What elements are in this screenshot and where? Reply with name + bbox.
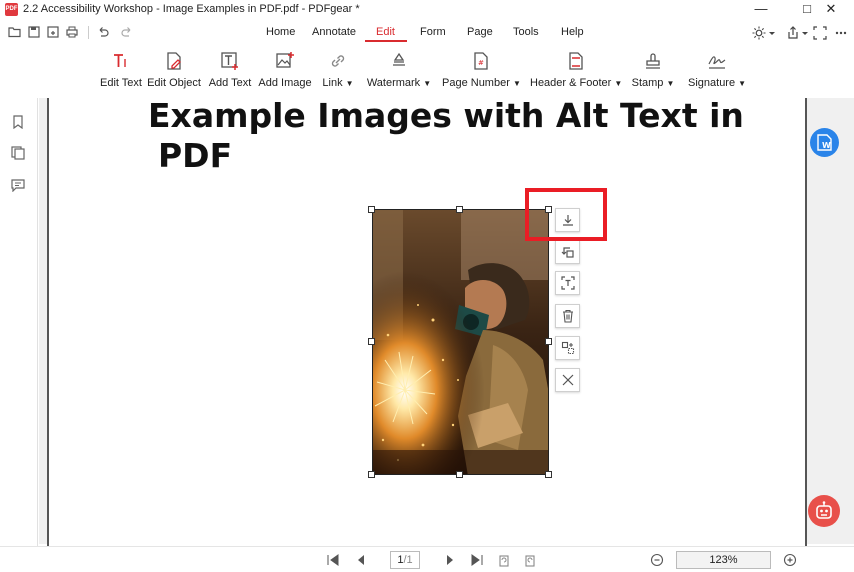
comments-icon[interactable] [11, 178, 25, 192]
svg-text:W: W [822, 141, 831, 150]
menu-page[interactable]: Page [467, 26, 493, 38]
add-image-button[interactable]: Add Image [257, 47, 313, 93]
welder-photo [373, 210, 548, 474]
resize-handle[interactable] [545, 338, 552, 345]
resize-handle[interactable] [456, 471, 463, 478]
save-as-icon[interactable] [46, 25, 60, 39]
zoom-in-icon[interactable] [783, 553, 797, 567]
chevron-down-icon: ▼ [423, 79, 432, 88]
redo-icon[interactable] [120, 25, 134, 39]
close-image-tools-button[interactable] [555, 368, 580, 392]
page-number-button[interactable]: # Page Number ▼ [442, 47, 521, 93]
rotate-left-icon[interactable] [497, 553, 511, 567]
app-logo-icon: PDF [5, 3, 18, 16]
share-icon[interactable] [786, 26, 800, 40]
link-button[interactable]: Link ▼ [318, 47, 358, 93]
resize-handle[interactable] [456, 206, 463, 213]
zoom-level-field[interactable]: 123% [676, 551, 771, 569]
save-icon[interactable] [27, 25, 41, 39]
ocr-text-icon [560, 276, 575, 290]
edit-object-button[interactable]: Edit Object [145, 47, 203, 93]
header-footer-icon [569, 52, 583, 70]
replace-icon [561, 247, 574, 258]
menu-edit[interactable]: Edit [376, 26, 395, 38]
active-tab-indicator [365, 40, 407, 42]
menu-help[interactable]: Help [561, 26, 584, 38]
chevron-down-icon: ▼ [512, 79, 521, 88]
delete-image-button[interactable] [555, 304, 580, 328]
chevron-down-icon[interactable] [801, 26, 809, 40]
crop-icon [561, 341, 574, 355]
delete-icon [562, 309, 573, 323]
close-icon [562, 374, 573, 386]
selected-image[interactable] [372, 209, 549, 475]
replace-image-button[interactable] [555, 240, 580, 264]
bookmark-icon[interactable] [11, 115, 25, 129]
thumbnails-icon[interactable] [11, 146, 25, 160]
crop-image-button[interactable] [555, 336, 580, 360]
menu-form[interactable]: Form [420, 26, 446, 38]
watermark-button[interactable]: Watermark ▼ [366, 47, 432, 93]
signature-button[interactable]: Signature ▼ [688, 47, 746, 93]
edit-object-icon [167, 52, 181, 70]
watermark-icon [393, 52, 405, 66]
zoom-out-icon[interactable] [650, 553, 664, 567]
close-window-button[interactable]: ✕ [808, 0, 854, 20]
page-number-icon: # [474, 52, 488, 70]
ocr-text-button[interactable] [555, 271, 580, 295]
resize-handle[interactable] [545, 471, 552, 478]
menu-annotate[interactable]: Annotate [312, 26, 356, 38]
svg-text:#: # [478, 59, 484, 67]
fullscreen-icon[interactable] [813, 26, 827, 40]
title-bar: PDF 2.2 Accessibility Workshop - Image E… [0, 0, 854, 20]
resize-handle[interactable] [368, 206, 375, 213]
left-sidebar [0, 98, 38, 572]
undo-icon[interactable] [96, 25, 110, 39]
signature-icon [708, 56, 726, 69]
resize-handle[interactable] [368, 338, 375, 345]
edit-text-button[interactable]: Edit Text [97, 47, 145, 93]
stamp-icon [646, 53, 660, 69]
status-bar: 1/1 123% [0, 546, 854, 572]
chevron-down-icon: ▼ [738, 79, 747, 88]
header-footer-button[interactable]: Header & Footer ▼ [530, 47, 622, 93]
rotate-right-icon[interactable] [523, 553, 537, 567]
link-icon [331, 55, 345, 67]
ai-assistant-button[interactable] [808, 495, 840, 527]
last-page-icon[interactable] [470, 553, 484, 567]
page-heading[interactable]: Example Images with Alt Text in PDF [148, 96, 748, 176]
menu-tools[interactable]: Tools [513, 26, 539, 38]
page-number-input[interactable]: 1/1 [390, 551, 420, 569]
theme-sun-icon[interactable] [752, 26, 766, 40]
chevron-down-icon[interactable] [768, 26, 776, 40]
add-image-icon [276, 52, 294, 68]
add-text-button[interactable]: Add Text [206, 47, 254, 93]
pdf-to-word-button[interactable]: W [810, 128, 839, 157]
menu-bar: Home Annotate Edit Form Page Tools Help [0, 22, 854, 44]
edit-toolbar: Edit Text Edit Object Add Text Add Image… [0, 47, 854, 97]
chevron-down-icon: ▼ [614, 79, 623, 88]
stamp-button[interactable]: Stamp ▼ [630, 47, 676, 93]
divider [88, 26, 89, 39]
pdf-to-word-icon: W [817, 134, 832, 151]
chevron-down-icon: ▼ [666, 79, 675, 88]
more-options-icon[interactable] [834, 26, 848, 40]
menu-home[interactable]: Home [266, 26, 295, 38]
robot-icon [816, 501, 832, 519]
resize-handle[interactable] [368, 471, 375, 478]
edit-text-icon [114, 54, 126, 67]
first-page-icon[interactable] [326, 553, 340, 567]
print-icon[interactable] [65, 25, 79, 39]
highlight-box [525, 188, 607, 241]
next-page-icon[interactable] [443, 553, 457, 567]
add-text-icon [221, 52, 238, 70]
chevron-down-icon: ▼ [345, 79, 354, 88]
window-title: 2.2 Accessibility Workshop - Image Examp… [23, 3, 360, 15]
minimize-button[interactable]: — [738, 0, 784, 20]
previous-page-icon[interactable] [354, 553, 368, 567]
open-file-icon[interactable] [8, 25, 22, 39]
